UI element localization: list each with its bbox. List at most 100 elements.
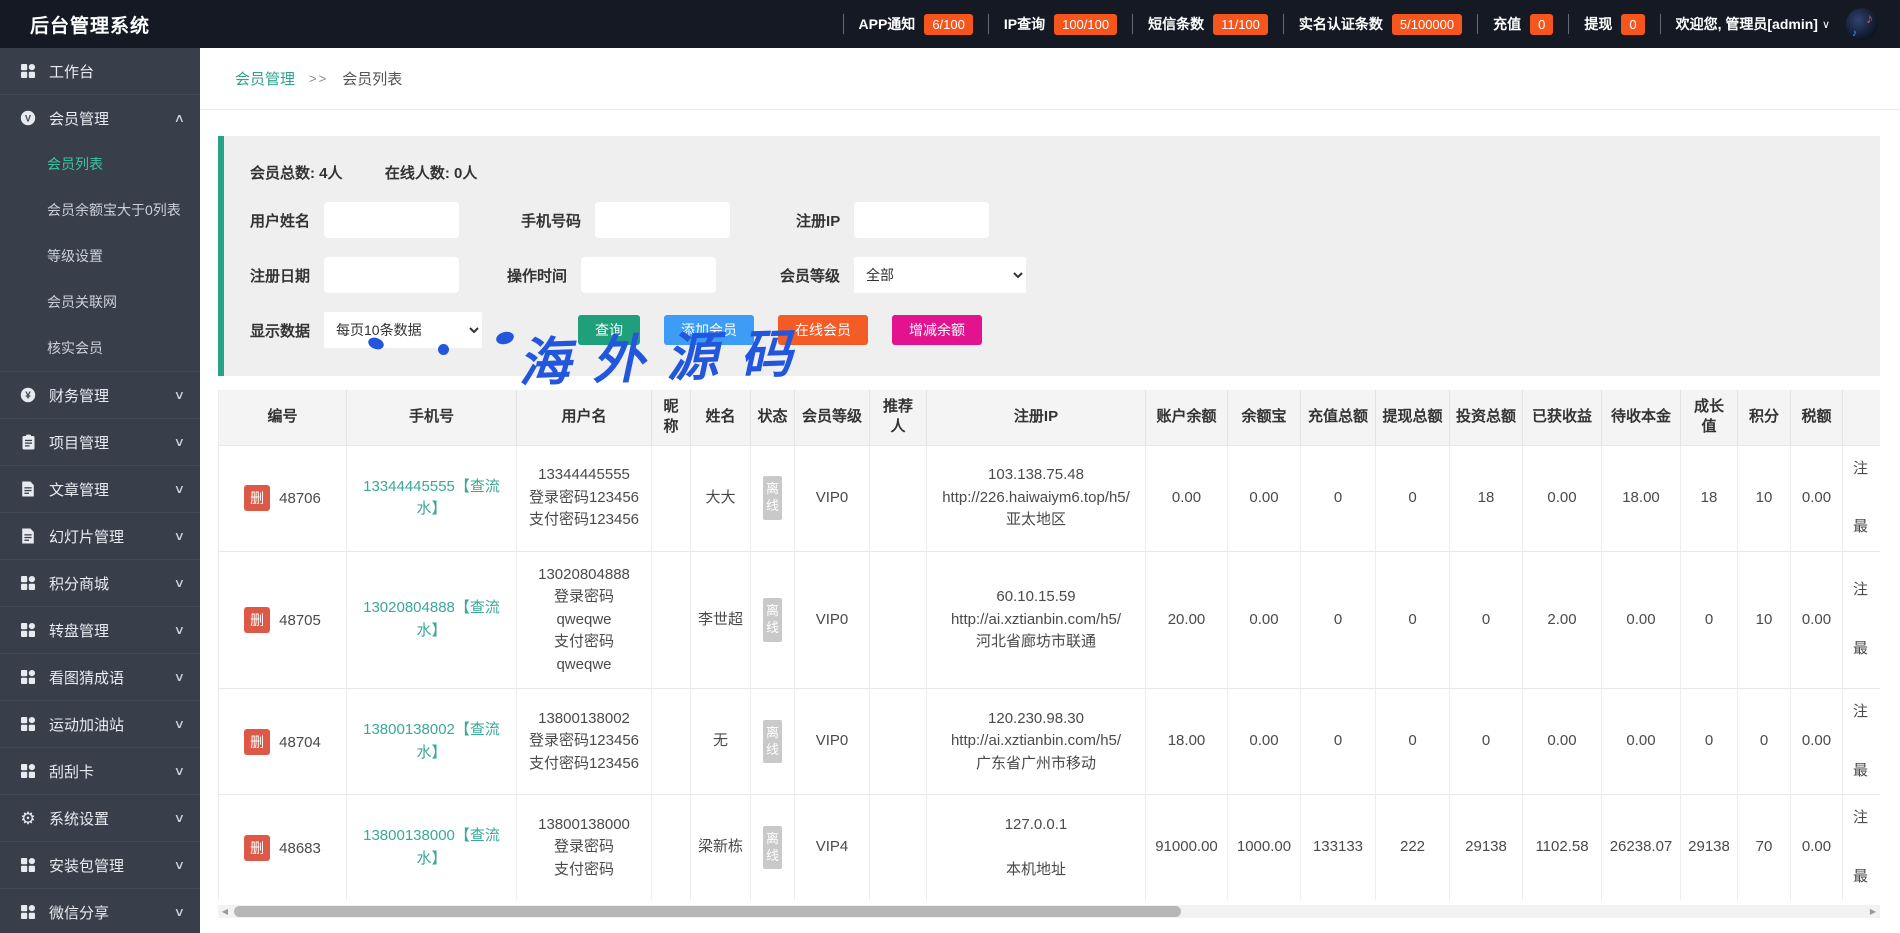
sidebar-item-13[interactable]: 微信分享∨ (0, 889, 200, 933)
cell-reg_ip: 103.138.75.48 http://226.haiwaiym6.top/h… (927, 445, 1146, 551)
column-header: 投资总额 (1450, 390, 1523, 445)
cell-status: 离线 (751, 795, 795, 901)
member-level-select[interactable]: 全部 (854, 257, 1026, 293)
sidebar-item-label: 运动加油站 (49, 714, 124, 735)
column-header: 姓名 (691, 390, 751, 445)
sidebar-subitem[interactable]: 会员列表 (0, 141, 200, 187)
svg-text:¥: ¥ (25, 391, 31, 402)
sidebar-item-5[interactable]: 幻灯片管理∨ (0, 513, 200, 559)
topbar-stat[interactable]: 提现0 (1584, 14, 1644, 35)
cell-growth: 0 (1681, 551, 1738, 689)
cell-withdraw_total: 222 (1376, 795, 1450, 901)
clipped-text: 注 (1853, 701, 1868, 724)
cell-phone_link: 13800138000【查流水】 (347, 795, 517, 901)
action-button-添加会员[interactable]: 添加会员 (664, 315, 754, 345)
reg-ip-input[interactable] (854, 202, 989, 238)
clipped-column-content: 注最 (1849, 701, 1880, 782)
breadcrumb-separator: >> (309, 71, 328, 86)
topbar-right: APP通知6/100 IP查询100/100 短信条数11/100 实名认证条数5/1… (828, 8, 1900, 40)
sidebar-item-12[interactable]: 安装包管理∨ (0, 842, 200, 888)
phone-input[interactable] (595, 202, 730, 238)
avatar[interactable]: ♪ ♪ (1846, 8, 1878, 40)
sidebar-subitem[interactable]: 核实会员 (0, 325, 200, 371)
cell-name: 无 (691, 689, 751, 795)
cell-nickname (652, 551, 691, 689)
table-row: 删4868313800138000【查流水】13800138000 登录密码 支… (219, 795, 1881, 901)
table-row: 删4870413800138002【查流水】13800138002 登录密码12… (219, 689, 1881, 795)
member-id: 48704 (279, 734, 321, 751)
sidebar-item-1[interactable]: V会员管理∧ (0, 95, 200, 141)
breadcrumb-parent-link[interactable]: 会员管理 (235, 68, 295, 89)
gear-icon: ⚙ (18, 810, 38, 827)
sidebar-item-7[interactable]: 转盘管理∨ (0, 607, 200, 653)
cell-status: 离线 (751, 689, 795, 795)
column-header: 推荐人 (870, 390, 927, 445)
topbar-stat[interactable]: 短信条数11/100 (1148, 14, 1268, 35)
document-icon (18, 481, 38, 497)
welcome-text[interactable]: 欢迎您, 管理员[admin] (1676, 14, 1818, 34)
grid-icon (18, 575, 38, 591)
chevron-down-icon[interactable]: ∨ (1822, 18, 1830, 31)
page-size-select[interactable]: 每页10条数据 (324, 312, 482, 348)
sidebar-item-label: 刮刮卡 (49, 761, 94, 782)
main-layout: 工作台V会员管理∧会员列表会员余额宝大于0列表等级设置会员关联网核实会员¥财务管… (0, 48, 1900, 933)
topbar-stat[interactable]: APP通知6/100 (859, 14, 973, 35)
sidebar-item-2[interactable]: ¥财务管理∨ (0, 372, 200, 418)
cell-pending_principal: 26238.07 (1602, 795, 1681, 901)
cell-referrer (870, 445, 927, 551)
sidebar-subitem[interactable]: 会员余额宝大于0列表 (0, 187, 200, 233)
action-button-增减余额[interactable]: 增减余额 (892, 315, 982, 345)
sidebar-item-8[interactable]: 看图猜成语∨ (0, 654, 200, 700)
phone-flow-link[interactable]: 13800138000【查流水】 (363, 827, 500, 867)
delete-button[interactable]: 删 (244, 835, 270, 861)
clipped-column-content: 注最 (1849, 458, 1880, 539)
phone-flow-link[interactable]: 13020804888【查流水】 (363, 599, 500, 639)
username-input[interactable] (324, 202, 459, 238)
cell-level: VIP4 (795, 795, 870, 901)
topbar-stat[interactable]: IP查询100/100 (1004, 14, 1117, 35)
action-button-查询[interactable]: 查询 (578, 315, 640, 345)
scroll-right-arrow[interactable]: ▶ (1866, 907, 1880, 916)
clipped-text: 最 (1853, 638, 1868, 661)
phone-flow-link[interactable]: 13344445555【查流水】 (363, 478, 500, 518)
cell-earned: 0.00 (1523, 689, 1602, 795)
sidebar-item-0[interactable]: 工作台 (0, 48, 200, 94)
cell-reg_ip: 60.10.15.59 http://ai.xztianbin.com/h5/ … (927, 551, 1146, 689)
cell-points: 10 (1738, 551, 1791, 689)
delete-button[interactable]: 删 (244, 607, 270, 633)
cell-nickname (652, 689, 691, 795)
sidebar-item-3[interactable]: 项目管理∨ (0, 419, 200, 465)
delete-button[interactable]: 删 (244, 729, 270, 755)
column-header (1843, 390, 1881, 445)
stat-label: IP查询 (1004, 14, 1045, 34)
delete-button[interactable]: 删 (244, 485, 270, 511)
sidebar-item-9[interactable]: 运动加油站∨ (0, 701, 200, 747)
topbar-stat[interactable]: 充值0 (1493, 14, 1553, 35)
cell-recharge_total: 0 (1301, 445, 1376, 551)
sidebar-item-4[interactable]: 文章管理∨ (0, 466, 200, 512)
stat-badge: 6/100 (924, 14, 973, 35)
cell-tax: 0.00 (1791, 445, 1843, 551)
scrollbar-thumb[interactable] (234, 906, 1181, 917)
music-note-icon: ♪ (1866, 10, 1873, 26)
sidebar-subitem[interactable]: 等级设置 (0, 233, 200, 279)
chevron-down-icon: ∨ (174, 670, 185, 684)
sidebar-subitem[interactable]: 会员关联网 (0, 279, 200, 325)
sidebar-item-10[interactable]: 刮刮卡∨ (0, 748, 200, 794)
sidebar-item-6[interactable]: 积分商城∨ (0, 560, 200, 606)
op-time-input[interactable] (581, 257, 716, 293)
clipped-text: 注 (1853, 458, 1868, 481)
stat-label: 短信条数 (1148, 14, 1204, 34)
topbar-stat[interactable]: 实名认证条数5/100000 (1299, 14, 1462, 35)
phone-flow-link[interactable]: 13800138002【查流水】 (363, 721, 500, 761)
cell-invest_total: 0 (1450, 689, 1523, 795)
column-header: 账户余额 (1146, 390, 1228, 445)
horizontal-scrollbar[interactable]: ◀ ▶ (218, 905, 1880, 918)
scroll-left-arrow[interactable]: ◀ (218, 907, 232, 916)
cell-id: 删 48704 (219, 689, 347, 795)
column-header: 注册IP (927, 390, 1146, 445)
cell-status: 离线 (751, 551, 795, 689)
sidebar-item-11[interactable]: ⚙系统设置∨ (0, 795, 200, 841)
action-button-在线会员[interactable]: 在线会员 (778, 315, 868, 345)
reg-date-input[interactable] (324, 257, 459, 293)
